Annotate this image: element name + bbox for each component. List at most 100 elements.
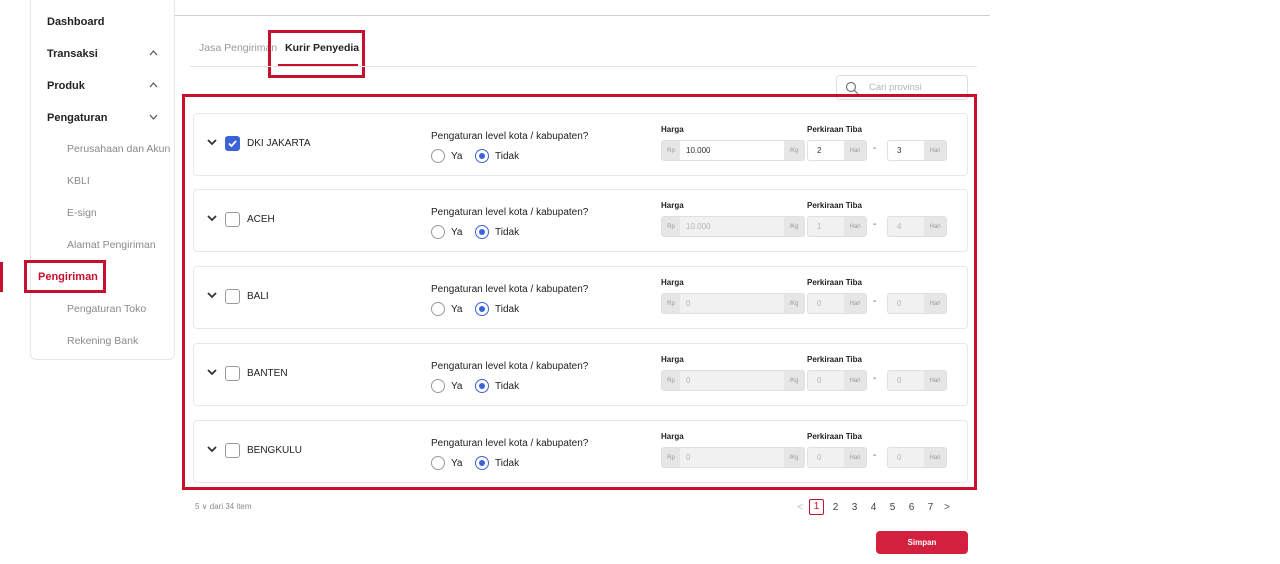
radio-tidak[interactable] [475,149,489,163]
price-value: 0 [686,453,691,462]
eta-max-value: 0 [897,453,902,462]
page-button-5[interactable]: 5 [883,502,902,513]
sidebar-sub-kbli[interactable]: KBLI [67,175,90,187]
eta-min-value: 0 [817,376,822,385]
radio-ya-label: Ya [451,458,463,469]
sidebar-item-dashboard[interactable]: Dashboard [47,16,104,28]
price-input[interactable]: Rp 0/Kg [661,370,805,391]
chevron-up-icon[interactable] [149,50,158,56]
price-input[interactable]: Rp 10.000/Kg [661,140,805,161]
eta-max-value: 0 [897,299,902,308]
per-page-select[interactable]: 5 ∨ dari 34 item [195,502,252,511]
radio-ya[interactable] [431,149,445,163]
radio-ya[interactable] [431,225,445,239]
price-label: Harga [661,355,684,364]
eta-min-value: 1 [817,222,822,231]
province-checkbox[interactable] [225,366,240,381]
eta-min-value: 2 [817,146,822,155]
currency-prefix: Rp [662,217,680,236]
active-tab-highlight [268,30,365,78]
province-name: BENGKULU [247,445,303,456]
day-suffix: Hari [924,294,946,313]
chevron-up-icon[interactable] [149,82,158,88]
radio-tidak[interactable] [475,302,489,316]
province-name: ACEH [247,214,275,225]
eta-min-input[interactable]: 0 Hari [807,370,867,391]
sidebar-item-pengaturan[interactable]: Pengaturan [47,112,108,124]
prev-page-button[interactable]: < [793,502,807,513]
radio-tidak-label: Tidak [495,458,520,469]
radio-tidak[interactable] [475,379,489,393]
unit-suffix: /Kg [784,141,804,160]
sidebar-sub-rekening[interactable]: Rekening Bank [67,335,138,347]
eta-max-input[interactable]: 4 Hari [887,216,947,237]
radio-ya[interactable] [431,456,445,470]
price-value: 10.000 [686,146,711,155]
eta-label: Perkiraan Tiba [807,355,862,364]
radio-ya[interactable] [431,302,445,316]
eta-min-input[interactable]: 2 Hari [807,140,867,161]
radio-ya[interactable] [431,379,445,393]
search-input[interactable] [869,82,959,93]
city-level-question: Pengaturan level kota / kabupaten? [431,284,589,295]
chevron-down-icon[interactable] [149,114,158,120]
eta-min-input[interactable]: 0 Hari [807,447,867,468]
sidebar-sub-pengiriman[interactable]: Pengiriman [24,260,106,293]
sidebar-sub-alamat[interactable]: Alamat Pengiriman [67,239,156,251]
eta-max-value: 4 [897,222,902,231]
save-button[interactable]: Simpan [876,531,968,554]
page-button-4[interactable]: 4 [864,502,883,513]
page-button-6[interactable]: 6 [902,502,921,513]
sidebar-sub-perusahaan[interactable]: Perusahaan dan Akun [67,143,170,155]
province-checkbox[interactable] [225,136,240,151]
range-dash: - [873,219,877,230]
chevron-down-icon[interactable] [206,212,218,224]
page-button-7[interactable]: 7 [921,502,940,513]
eta-max-input[interactable]: 0 Hari [887,293,947,314]
price-label: Harga [661,278,684,287]
city-level-question: Pengaturan level kota / kabupaten? [431,207,589,218]
province-name: BALI [247,291,269,302]
next-page-button[interactable]: > [940,502,954,513]
eta-max-input[interactable]: 0 Hari [887,370,947,391]
tabs-divider [190,66,977,67]
sidebar-item-transaksi[interactable]: Transaksi [47,48,98,60]
chevron-down-icon[interactable] [206,136,218,148]
province-checkbox[interactable] [225,443,240,458]
eta-max-input[interactable]: 3 Hari [887,140,947,161]
price-input[interactable]: Rp 0/Kg [661,447,805,468]
province-checkbox[interactable] [225,289,240,304]
tab-kurir-penyedia[interactable]: Kurir Penyedia [285,42,359,54]
active-indicator [0,262,3,292]
price-input[interactable]: Rp 10.000/Kg [661,216,805,237]
price-input[interactable]: Rp 0/Kg [661,293,805,314]
price-value: 10.000 [686,222,711,231]
sidebar-item-produk[interactable]: Produk [47,80,85,92]
tab-jasa-pengiriman[interactable]: Jasa Pengiriman [199,42,277,54]
currency-prefix: Rp [662,141,680,160]
eta-min-value: 0 [817,299,822,308]
eta-min-input[interactable]: 1 Hari [807,216,867,237]
page-button-2[interactable]: 2 [826,502,845,513]
province-row: BALI Pengaturan level kota / kabupaten? Ya… [193,266,968,329]
page-button-3[interactable]: 3 [845,502,864,513]
sidebar-sub-esign[interactable]: E-sign [67,207,97,219]
chevron-down-icon[interactable] [206,366,218,378]
chevron-down-icon[interactable] [206,443,218,455]
province-name: DKI JAKARTA [247,138,311,149]
eta-max-input[interactable]: 0 Hari [887,447,947,468]
radio-tidak[interactable] [475,225,489,239]
radio-tidak[interactable] [475,456,489,470]
page-button-1[interactable]: 1 [809,499,824,515]
sidebar-sub-pengaturan-toko[interactable]: Pengaturan Toko [67,303,146,315]
currency-prefix: Rp [662,448,680,467]
eta-min-input[interactable]: 0 Hari [807,293,867,314]
province-row: DKI JAKARTA Pengaturan level kota / kabup… [193,113,968,176]
chevron-down-icon[interactable] [206,289,218,301]
search-icon [845,81,859,94]
city-level-question: Pengaturan level kota / kabupaten? [431,361,589,372]
currency-prefix: Rp [662,294,680,313]
province-checkbox[interactable] [225,212,240,227]
radio-tidak-label: Tidak [495,227,520,238]
price-label: Harga [661,125,684,134]
